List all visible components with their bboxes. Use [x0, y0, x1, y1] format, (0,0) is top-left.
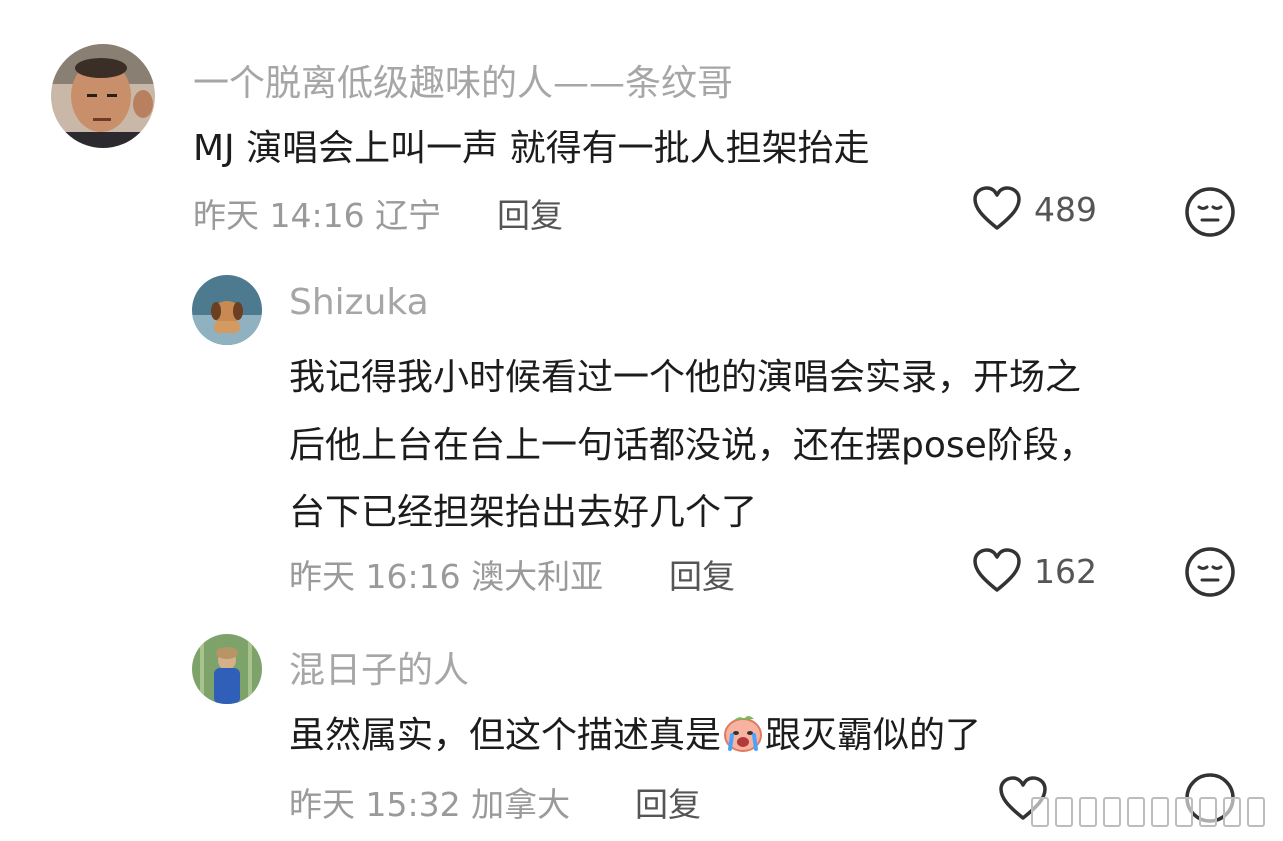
username[interactable]: 一个脱离低级趣味的人——条纹哥	[193, 54, 733, 106]
comment-text-before: 虽然属实，但这个描述真是	[289, 715, 722, 756]
avatar[interactable]	[192, 275, 262, 345]
location: 辽宁	[375, 196, 442, 235]
timestamp: 昨天 16:16	[289, 557, 461, 596]
avatar-photo	[192, 634, 262, 704]
comment-text-after: 跟灭霸似的了	[765, 715, 982, 756]
comment-text-line-1: 我记得我小时候看过一个他的演唱会实录，开场之	[289, 357, 1082, 398]
like-button[interactable]: 162	[972, 548, 1097, 594]
reaction-button[interactable]	[1184, 186, 1236, 242]
watermark-mark	[1055, 797, 1073, 827]
meh-face-icon	[1185, 547, 1235, 597]
watermark	[1031, 797, 1265, 827]
comment-text-line-2: 后他上台在台上一句话都没说，还在摆pose阶段，	[289, 425, 1095, 466]
avatar[interactable]	[192, 634, 262, 704]
avatar-photo	[51, 44, 155, 148]
avatar-photo	[192, 275, 262, 345]
comment-meta: 昨天 14:16 辽宁	[193, 189, 441, 237]
crying-peach-emoji	[724, 716, 763, 752]
watermark-mark	[1151, 797, 1169, 827]
watermark-mark	[1031, 797, 1049, 827]
watermark-mark	[1223, 797, 1241, 827]
watermark-mark	[1199, 797, 1217, 827]
comment-meta: 昨天 15:32 加拿大	[289, 778, 570, 826]
reply-button[interactable]: 回复	[497, 189, 563, 237]
comment-text: MJ 演唱会上叫一声 就得有一批人担架抬走	[193, 128, 870, 169]
watermark-mark	[1079, 797, 1097, 827]
watermark-mark	[1247, 797, 1265, 827]
like-button[interactable]: 489	[972, 186, 1097, 232]
timestamp: 昨天 15:32	[289, 785, 461, 824]
comment-meta: 昨天 16:16 澳大利亚	[289, 550, 603, 598]
comment-text: 虽然属实，但这个描述真是 跟灭霸似的了	[289, 706, 981, 758]
meh-face-icon	[1185, 187, 1235, 237]
avatar[interactable]	[51, 44, 155, 148]
comment-text-line-3: 台下已经担架抬出去好几个了	[289, 492, 758, 533]
watermark-mark	[1175, 797, 1193, 827]
heart-outline-icon	[973, 548, 1021, 592]
reaction-button[interactable]	[1184, 546, 1236, 602]
reply-button[interactable]: 回复	[669, 550, 735, 598]
reply-button[interactable]: 回复	[635, 778, 701, 826]
like-count: 489	[1034, 189, 1097, 229]
like-count: 162	[1034, 551, 1097, 591]
username[interactable]: 混日子的人	[289, 641, 469, 693]
location: 加拿大	[471, 785, 571, 824]
watermark-mark	[1103, 797, 1121, 827]
heart-outline-icon	[973, 186, 1021, 230]
username[interactable]: Shizuka	[289, 282, 429, 323]
timestamp: 昨天 14:16	[193, 196, 365, 235]
watermark-mark	[1127, 797, 1145, 827]
location: 澳大利亚	[471, 557, 604, 596]
